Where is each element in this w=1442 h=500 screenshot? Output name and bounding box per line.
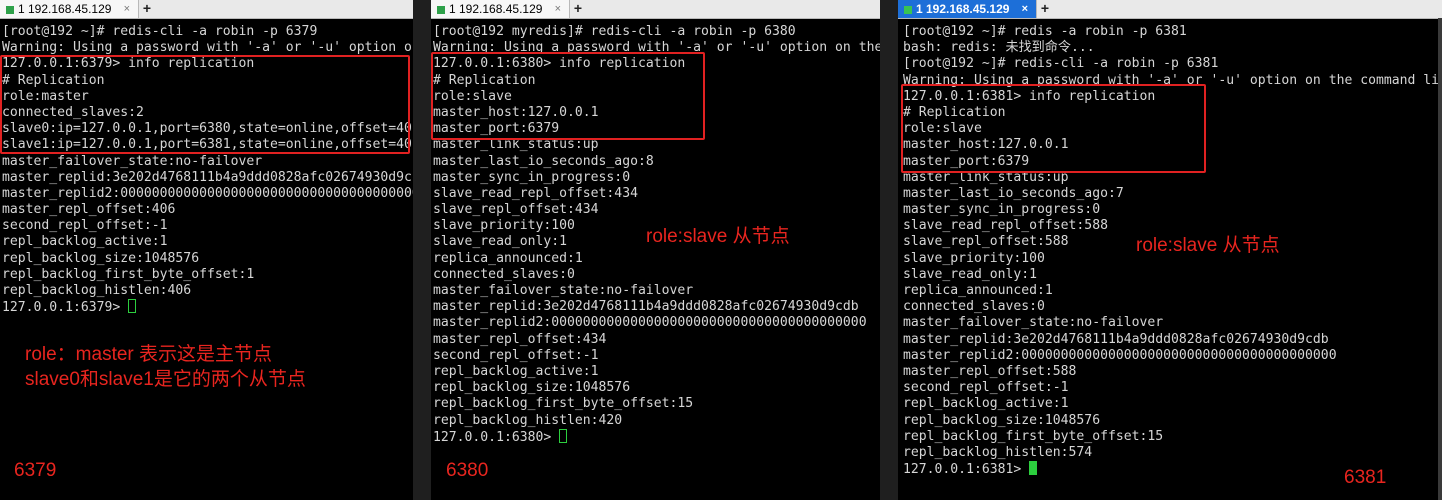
terminal-line: repl_backlog_histlen:574 (903, 444, 1093, 460)
session-tab-label: 1 192.168.45.129 (449, 2, 543, 16)
terminal-line: repl_backlog_histlen:420 (433, 412, 623, 428)
connection-status-icon (904, 5, 912, 14)
add-tab-button[interactable]: + (139, 0, 155, 18)
port-label: 6379 (14, 460, 57, 481)
close-tab-icon[interactable]: × (124, 0, 130, 18)
terminal-line: repl_backlog_first_byte_offset:15 (903, 428, 1164, 444)
terminal-line: slave_read_repl_offset:434 (433, 185, 638, 201)
close-tab-icon[interactable]: × (555, 0, 561, 18)
terminal-line: [root@192 ~]# redis-cli -a robin -p 6379 (2, 24, 318, 39)
terminal-line: [root@192 ~]# redis-cli -a robin -p 6381 (903, 56, 1219, 72)
terminal-cursor (1029, 461, 1038, 476)
port-label: 6380 (446, 460, 489, 481)
terminal-line: Warning: Using a password with '-a' or '… (2, 40, 412, 56)
highlight-box (431, 52, 705, 140)
terminal-line: repl_backlog_size:1048576 (433, 380, 631, 396)
scrollbar[interactable] (1438, 18, 1442, 500)
terminal-pane-6380[interactable]: 1 192.168.45.129 × + [root@192 myredis]#… (431, 0, 880, 500)
tab-bar: 1 192.168.45.129 × + (431, 0, 880, 19)
annotation-slaves: slave0和slave1是它的两个从节点 (25, 369, 306, 390)
terminal-line: master_last_io_seconds_ago:7 (903, 185, 1124, 201)
terminal-line: repl_backlog_first_byte_offset:1 (2, 266, 255, 282)
annotation-slave-role: role:slave 从节点 (646, 226, 790, 247)
terminal-prompt-line[interactable]: 127.0.0.1:6380> (433, 428, 880, 445)
terminal-line: slave_read_only:1 (903, 266, 1038, 282)
terminal-line: master_sync_in_progress:0 (433, 169, 631, 185)
pane-divider[interactable] (880, 0, 898, 500)
session-tab-label: 1 192.168.45.129 (916, 2, 1010, 16)
terminal-line: repl_backlog_first_byte_offset:15 (433, 396, 694, 412)
terminal-line: replica_announced:1 (903, 283, 1053, 298)
terminal-line: master_replid2:0000000000000000000000000… (903, 347, 1337, 363)
pane-divider[interactable] (413, 0, 431, 500)
terminal-line: master_repl_offset:406 (2, 202, 176, 218)
terminal-line: master_replid:3e202d4768111b4a9ddd0828af… (2, 169, 412, 185)
terminal-line: master_failover_state:no-failover (433, 283, 694, 298)
terminal-line: repl_backlog_active:1 (903, 396, 1069, 412)
terminal-line: master_repl_offset:434 (433, 331, 607, 347)
session-tab-active[interactable]: 1 192.168.45.129 × (898, 0, 1037, 18)
terminal-pane-6379[interactable]: 1 192.168.45.129 × + [root@192 ~]# redis… (0, 0, 413, 500)
terminal-line: [root@192 myredis]# redis-cli -a robin -… (433, 24, 796, 39)
session-tab[interactable]: 1 192.168.45.129 × (431, 0, 570, 18)
close-tab-icon[interactable]: × (1022, 0, 1028, 18)
terminal-line: second_repl_offset:-1 (2, 218, 168, 234)
connection-status-icon (437, 5, 445, 14)
terminal-line: master_replid2:0000000000000000000000000… (2, 185, 413, 201)
terminal-cursor (559, 428, 568, 443)
terminal-line: master_replid2:0000000000000000000000000… (433, 315, 867, 331)
terminal-line: master_replid:3e202d4768111b4a9ddd0828af… (433, 299, 859, 315)
tab-bar: 1 192.168.45.129 × + (0, 0, 413, 19)
terminal-line: master_failover_state:no-failover (903, 315, 1164, 331)
terminal-line: master_failover_state:no-failover (2, 153, 263, 169)
tab-bar: 1 192.168.45.129 × + (898, 0, 1442, 19)
terminal-line: replica_announced:1 (433, 250, 583, 266)
terminal-line: connected_slaves:0 (903, 299, 1045, 315)
port-label: 6381 (1344, 467, 1387, 488)
prompt-text: 127.0.0.1:6381> (903, 462, 1030, 478)
terminal-line: repl_backlog_size:1048576 (2, 250, 200, 266)
terminal-pane-6381[interactable]: 1 192.168.45.129 × + [root@192 ~]# redis… (898, 0, 1442, 500)
prompt-text: 127.0.0.1:6379> (2, 300, 129, 316)
terminal-line: bash: redis: 未找到命令... (903, 40, 1095, 56)
terminal-line: [root@192 ~]# redis -a robin -p 6381 (903, 24, 1187, 39)
terminal-line: second_repl_offset:-1 (903, 380, 1069, 396)
highlight-box (901, 84, 1206, 173)
terminal-line: connected_slaves:0 (433, 266, 575, 282)
terminal-line: second_repl_offset:-1 (433, 347, 599, 363)
terminal-line: repl_backlog_histlen:406 (2, 283, 192, 298)
session-tab[interactable]: 1 192.168.45.129 × (0, 0, 139, 18)
terminal-line: master_replid:3e202d4768111b4a9ddd0828af… (903, 331, 1329, 347)
annotation-master-role: role：master 表示这是主节点 (25, 344, 273, 365)
add-tab-button[interactable]: + (1037, 0, 1053, 18)
terminal-line: master_sync_in_progress:0 (903, 202, 1101, 218)
highlight-box (0, 55, 410, 154)
terminal-line: repl_backlog_size:1048576 (903, 412, 1101, 428)
add-tab-button[interactable]: + (570, 0, 586, 18)
terminal-line: master_repl_offset:588 (903, 363, 1077, 379)
terminal-prompt-line[interactable]: 127.0.0.1:6379> (2, 299, 413, 315)
annotation-slave-role: role:slave 从节点 (1136, 235, 1280, 256)
terminal-line: repl_backlog_active:1 (2, 234, 168, 250)
terminal-line: slave_repl_offset:434 (433, 202, 599, 218)
terminal-line: repl_backlog_active:1 (433, 363, 599, 379)
terminal-cursor (128, 299, 137, 314)
session-tab-label: 1 192.168.45.129 (18, 2, 112, 16)
prompt-text: 127.0.0.1:6380> (433, 429, 560, 445)
terminal-line: master_last_io_seconds_ago:8 (433, 153, 654, 169)
connection-status-icon (6, 5, 14, 14)
